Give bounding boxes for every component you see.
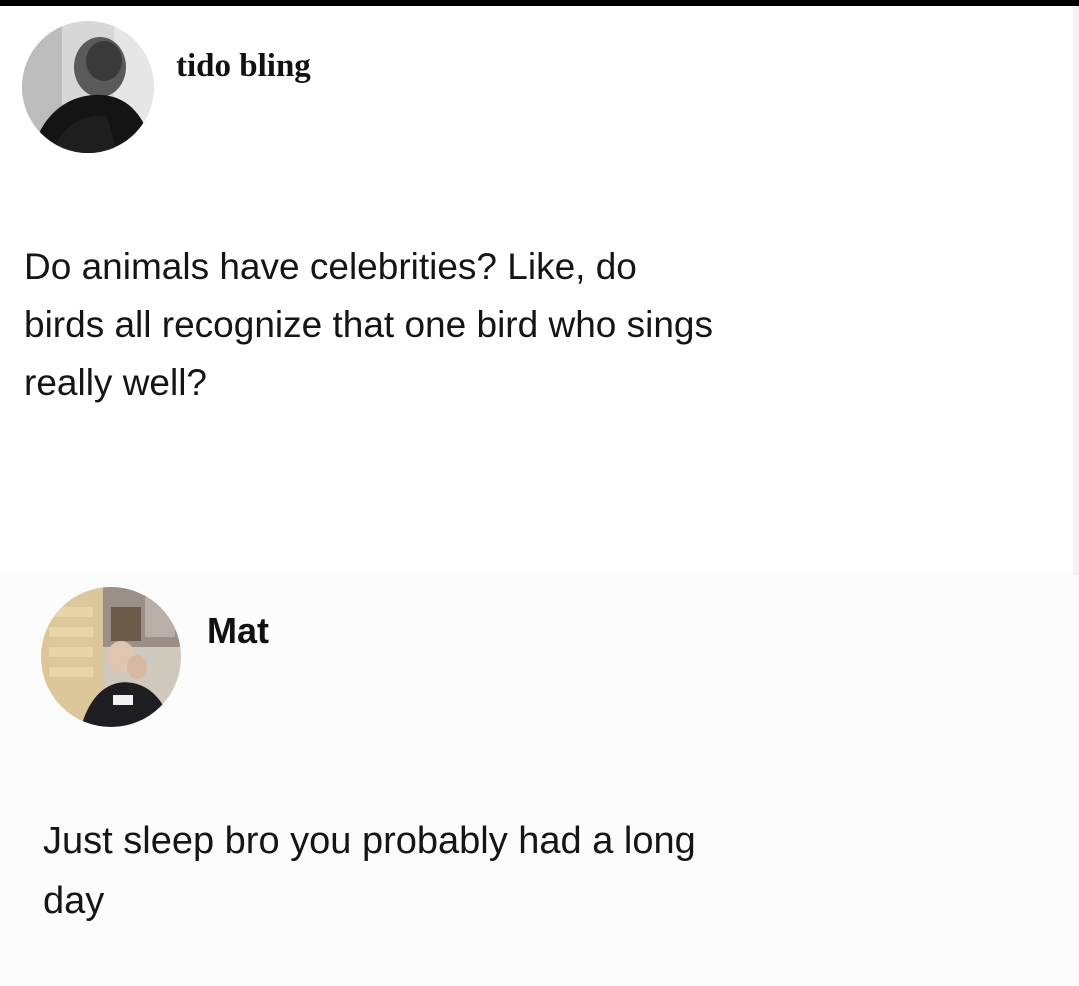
author-name[interactable]: Mat — [207, 610, 269, 652]
post-original: tido bling Do animals have celebrities? … — [0, 6, 1079, 546]
avatar-tido-bling[interactable] — [22, 21, 154, 153]
post-reply: Mat Just sleep bro you probably had a lo… — [0, 575, 1079, 986]
avatar-mat[interactable] — [41, 587, 181, 727]
profile-photo-icon — [41, 587, 181, 727]
post-body-text: Do animals have celebrities? Like, do bi… — [24, 246, 713, 403]
profile-photo-icon — [22, 21, 154, 153]
author-name[interactable]: tido bling — [176, 48, 311, 85]
post-body-text: Just sleep bro you probably had a long d… — [43, 820, 696, 922]
